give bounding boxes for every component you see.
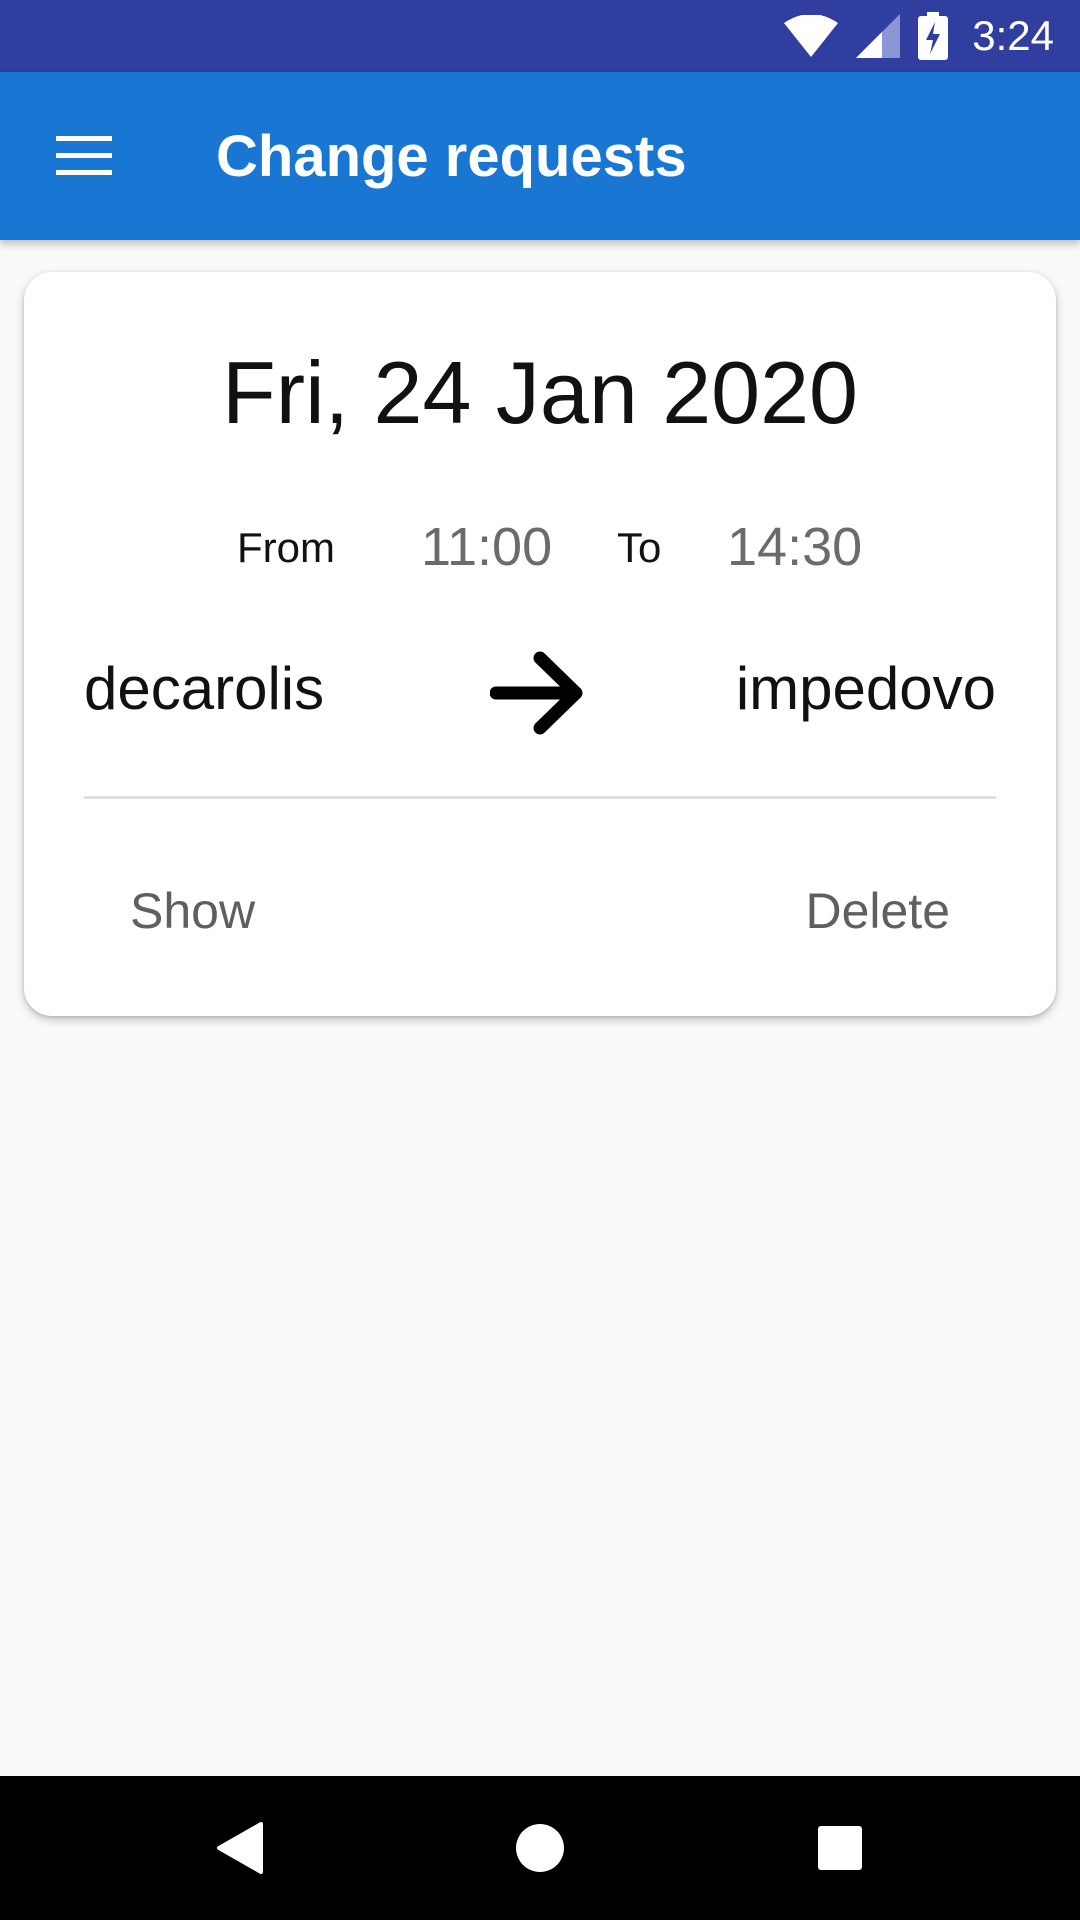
- wifi-icon: [784, 15, 839, 57]
- to-user: impedovo: [735, 655, 996, 722]
- home-icon: [516, 1824, 564, 1872]
- page-title: Change requests: [216, 123, 687, 189]
- home-button[interactable]: [504, 1812, 576, 1884]
- from-user: decarolis: [84, 655, 325, 722]
- status-bar: 3:24: [0, 0, 1080, 72]
- battery-charging-icon: [918, 12, 949, 60]
- menu-icon: [56, 136, 112, 175]
- recents-icon: [818, 1826, 862, 1870]
- request-date: Fri, 24 Jan 2020: [222, 343, 858, 442]
- to-label: To: [617, 524, 662, 571]
- back-icon: [217, 1822, 263, 1874]
- back-button[interactable]: [204, 1812, 276, 1884]
- card-divider: [84, 796, 996, 799]
- from-time: 11:00: [421, 517, 553, 577]
- app-bar: Change requests: [0, 72, 1080, 240]
- from-label: From: [237, 524, 335, 571]
- to-time: 14:30: [727, 517, 863, 577]
- signal-icon: [856, 14, 901, 58]
- navigation-bar: [0, 1776, 1080, 1920]
- status-icons: 3:24: [784, 12, 1054, 60]
- menu-button[interactable]: [0, 72, 168, 240]
- status-time: 3:24: [972, 12, 1054, 59]
- recents-button[interactable]: [804, 1812, 876, 1884]
- show-button[interactable]: Show: [130, 882, 255, 940]
- change-request-card: Fri, 24 Jan 2020 From 11:00 To 14:30 dec…: [24, 272, 1056, 1016]
- arrow-right-icon: [490, 651, 583, 735]
- delete-button[interactable]: Delete: [805, 882, 950, 940]
